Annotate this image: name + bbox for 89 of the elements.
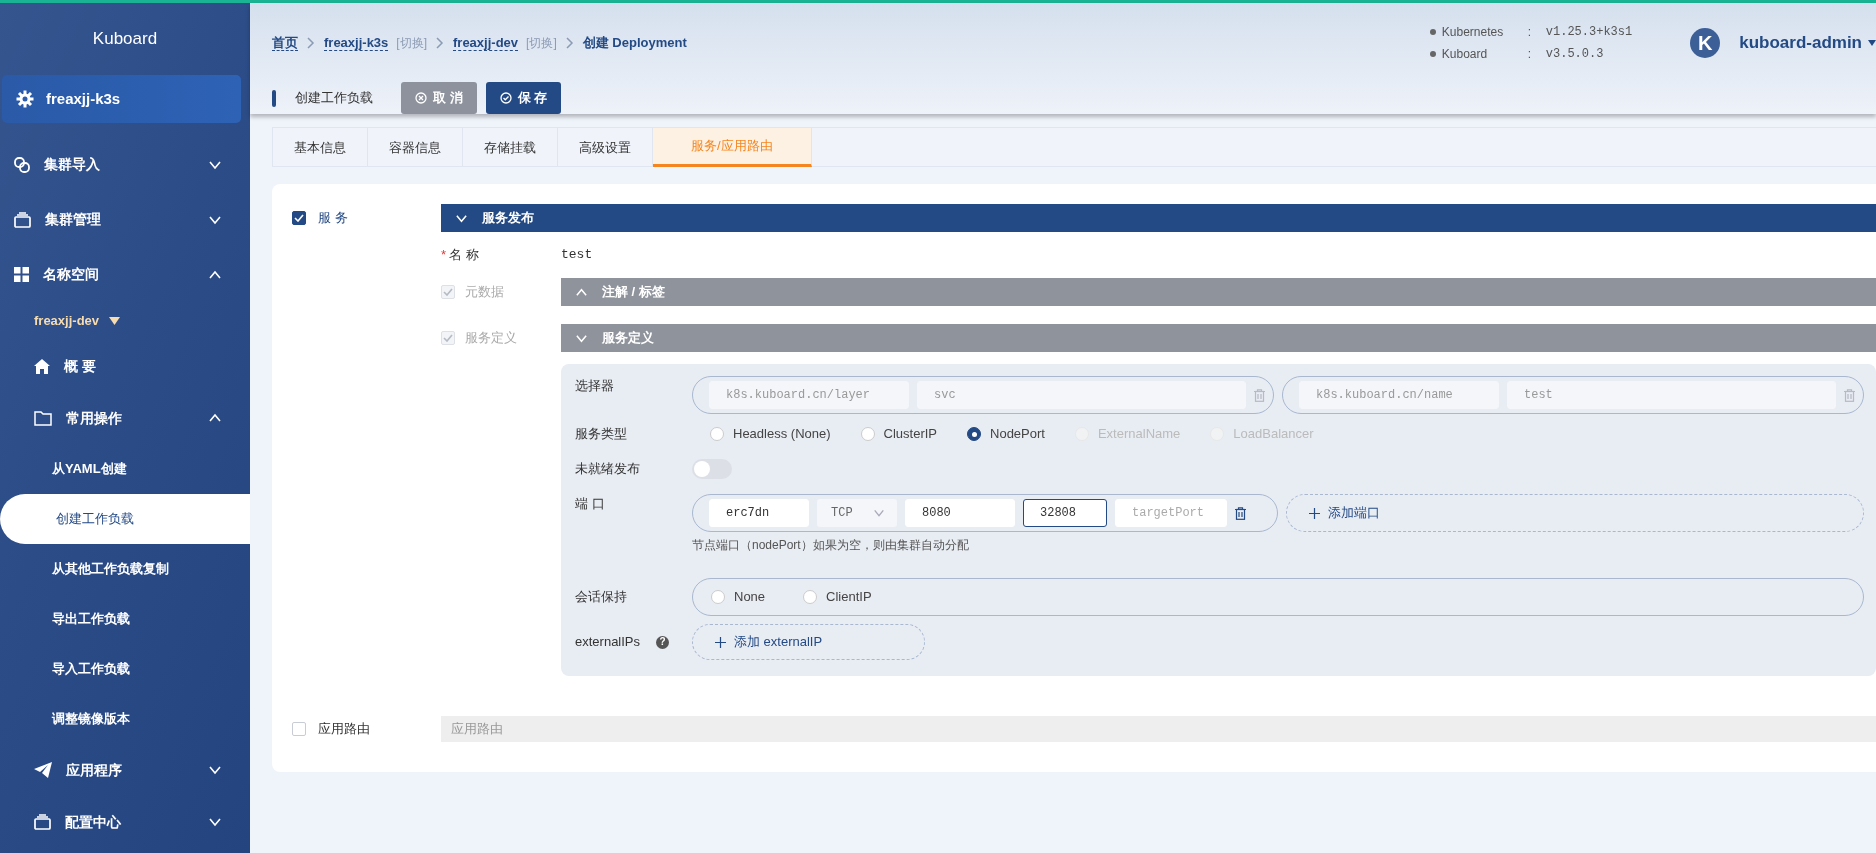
check-circle-icon <box>499 92 512 104</box>
radio-option[interactable]: ClientIP <box>803 587 872 607</box>
plus-icon <box>715 636 726 648</box>
field-label: 服务类型 <box>575 426 627 442</box>
user-name[interactable]: kuboard-admin <box>1739 30 1862 56</box>
folder-icon <box>34 410 52 426</box>
required-mark: * <box>441 246 447 265</box>
text-field[interactable]: 32808 <box>1023 499 1107 527</box>
version-name: Kubernetes <box>1441 24 1505 41</box>
checkbox-label: 服 务 <box>318 209 348 228</box>
user-avatar[interactable]: K <box>1690 28 1721 58</box>
tab[interactable]: 基本信息 <box>273 128 368 167</box>
menu-item[interactable]: 应用程序 <box>0 744 250 796</box>
radio-option[interactable]: None <box>711 587 766 607</box>
section-header[interactable]: 服务发布 <box>441 204 1876 232</box>
link-icon <box>14 156 30 173</box>
caret-down-icon <box>1868 40 1876 46</box>
menu-item[interactable]: 概 要 <box>0 340 250 392</box>
chevron-right-icon <box>435 37 445 49</box>
chevron-right-icon <box>564 37 575 49</box>
field-label: externalIPs <box>575 633 641 652</box>
menu-item[interactable]: 集群导入 <box>0 137 250 192</box>
hint-text: 节点端口（nodePort）如果为空，则由集群自动分配 <box>692 537 970 554</box>
field-label: 选择器 <box>575 378 614 393</box>
text-field: k8s.kuboard.cn/name <box>1299 381 1499 409</box>
name-value: test <box>561 246 593 265</box>
namespace-selector[interactable]: freaxjj-dev <box>0 302 250 340</box>
bullet-icon <box>1429 51 1436 57</box>
breadcrumb-link[interactable]: freaxjj-k3s <box>324 34 389 52</box>
accent-bar <box>272 89 276 107</box>
field-label: 端 口 <box>575 496 605 511</box>
version-value: v3.5.0.3 <box>1545 46 1605 63</box>
text-field: test <box>1507 381 1836 409</box>
menu-item[interactable]: 名称空间 <box>0 247 250 302</box>
page-title: 创建工作负载 <box>295 89 373 108</box>
menu-item[interactable]: 调整镜像版本 <box>0 694 250 744</box>
version-name: Kuboard <box>1441 46 1489 63</box>
gear-icon <box>16 90 34 108</box>
caret-down-icon <box>109 317 121 325</box>
tray-icon <box>34 814 51 830</box>
checkbox[interactable] <box>292 211 306 225</box>
breadcrumb-link[interactable]: 首页 <box>272 34 298 52</box>
text-field[interactable]: targetPort <box>1115 499 1227 527</box>
menu-item[interactable]: 集群管理 <box>0 192 250 247</box>
radio-option[interactable]: Headless (None) <box>710 424 831 444</box>
separator-text: : <box>1527 46 1533 63</box>
version-value: v1.25.3+k3s1 <box>1545 24 1633 41</box>
menu-item[interactable]: 创建工作负载 <box>0 494 250 544</box>
menu-item[interactable]: 从YAML创建 <box>0 444 250 494</box>
field-label: 名 称 <box>449 246 479 265</box>
menu-item[interactable]: 配置中心 <box>0 796 250 848</box>
text-field: k8s.kuboard.cn/layer <box>709 381 909 409</box>
grid-icon <box>14 267 29 282</box>
text-field[interactable]: 8080 <box>905 499 1015 527</box>
checkbox-label: 元数据 <box>465 283 504 302</box>
tab[interactable]: 存储挂载 <box>463 128 558 167</box>
chevron-right-icon <box>306 37 316 49</box>
radio-option[interactable]: NodePort <box>967 424 1045 444</box>
toggle-switch[interactable] <box>692 459 732 479</box>
save-button[interactable]: 保 存 <box>485 82 562 114</box>
help-icon[interactable]: ? <box>656 635 670 649</box>
separator-text: : <box>1527 24 1533 41</box>
close-circle-icon <box>415 92 427 104</box>
tray-icon <box>14 211 31 228</box>
checkbox-label: 应用路由 <box>318 720 370 739</box>
trash-icon[interactable] <box>1235 506 1246 520</box>
checkbox-label: 服务定义 <box>465 329 517 348</box>
home-icon <box>34 358 50 374</box>
bullet-icon <box>1429 29 1436 35</box>
paper-plane-icon <box>34 762 52 778</box>
breadcrumb-link[interactable]: freaxjj-dev <box>453 34 519 52</box>
cluster-item[interactable]: freaxjj-k3s <box>2 75 241 123</box>
menu-item[interactable]: 常用操作 <box>0 392 250 444</box>
breadcrumb-current: 创建 Deployment <box>582 34 687 53</box>
radio-option: ExternalName <box>1074 424 1181 444</box>
protocol-select[interactable]: TCP <box>817 499 897 527</box>
menu-item[interactable]: 导出工作负载 <box>0 594 250 644</box>
menu-item[interactable]: 从其他工作负载复制 <box>0 544 250 594</box>
tab[interactable]: 容器信息 <box>368 128 463 167</box>
app-title: Kuboard <box>91 28 159 51</box>
menu-item[interactable]: 导入工作负载 <box>0 644 250 694</box>
text-field: svc <box>917 381 1246 409</box>
chevron-down-icon <box>873 507 885 519</box>
field-label: 会话保持 <box>575 589 627 605</box>
plus-icon <box>1309 507 1320 519</box>
radio-option[interactable]: ClusterIP <box>860 424 937 444</box>
radio-option: LoadBalancer <box>1210 424 1314 444</box>
text-field[interactable]: erc7dn <box>709 499 809 527</box>
field-label: 未就绪发布 <box>575 461 640 477</box>
